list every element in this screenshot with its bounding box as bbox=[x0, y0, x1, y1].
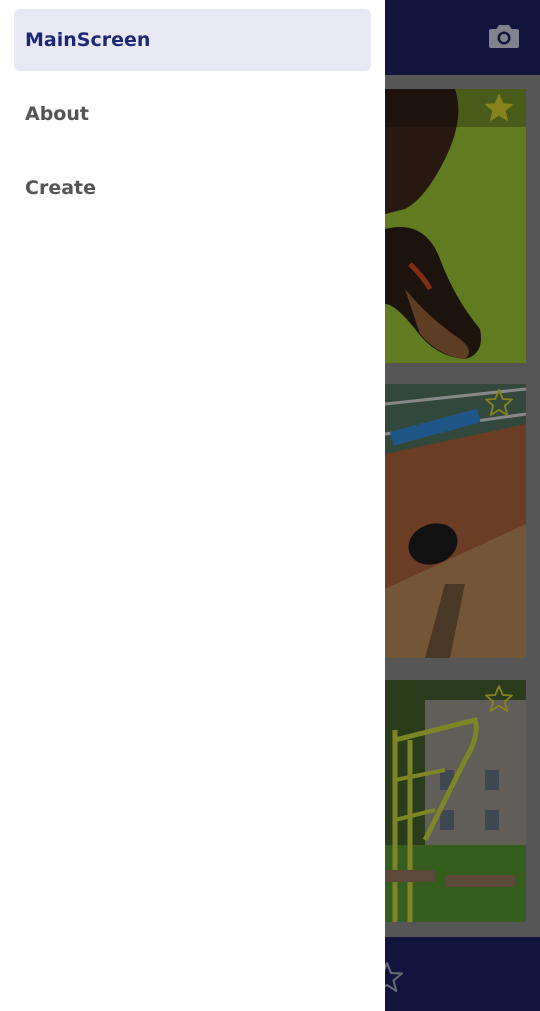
navigation-drawer: MainScreen About Create bbox=[0, 0, 385, 1011]
nav-item-mainscreen[interactable]: MainScreen bbox=[14, 9, 371, 71]
nav-item-about[interactable]: About bbox=[14, 83, 371, 145]
nav-item-create[interactable]: Create bbox=[14, 157, 371, 219]
